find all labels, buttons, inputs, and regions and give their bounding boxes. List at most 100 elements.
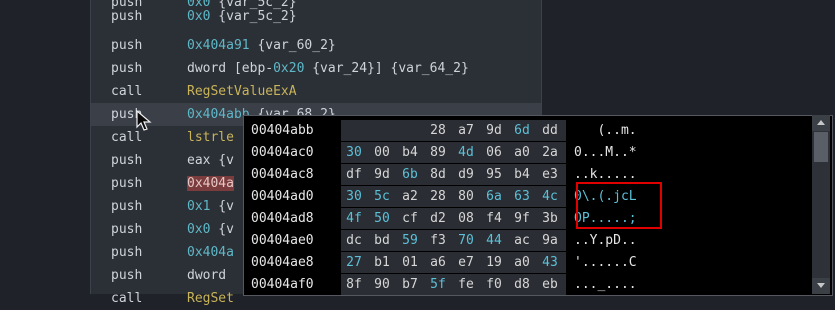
hex-byte: 95 xyxy=(486,167,502,182)
hex-byte: 5c xyxy=(374,189,390,204)
hex-byte: eb xyxy=(542,277,558,292)
hex-byte: 89 xyxy=(430,145,446,160)
hex-byte: 9a xyxy=(542,233,558,248)
mnemonic: call xyxy=(111,84,143,99)
hex-byte: 19 xyxy=(486,255,502,270)
hex-address: 00404af0 xyxy=(251,277,314,292)
hex-ascii: (..m. xyxy=(574,123,637,138)
hex-ascii: '......C xyxy=(574,255,637,270)
hex-byte: f4 xyxy=(486,211,502,226)
hex-bytes: 28 a7 9d 6d dd xyxy=(341,120,566,141)
hex-byte: 6a xyxy=(486,189,502,204)
scroll-up-button[interactable] xyxy=(812,115,830,131)
scrollbar-thumb[interactable] xyxy=(814,132,828,162)
hex-row: 00404ae0 dc bd 59 f3 70 44 ac 9a ..Y.pD.. xyxy=(244,230,814,251)
hex-byte: a7 xyxy=(458,123,474,138)
hex-byte: 90 xyxy=(374,277,390,292)
hex-row: 00404abb 28 a7 9d 6d dd (..m. xyxy=(244,120,814,141)
operand: 0x0 {var_5c_2} xyxy=(187,9,297,24)
hex-byte: 70 xyxy=(458,233,474,248)
hex-byte: e3 xyxy=(542,167,558,182)
operand: eax {v xyxy=(187,153,234,168)
hex-byte: 6b xyxy=(402,167,418,182)
hex-byte: e7 xyxy=(458,255,474,270)
hex-byte: 9d xyxy=(374,167,390,182)
operand: 0x404a xyxy=(187,245,234,260)
hex-byte: f3 xyxy=(430,233,446,248)
hex-byte: 30 xyxy=(346,189,362,204)
left-gutter xyxy=(0,0,88,294)
hex-byte: 27 xyxy=(346,255,362,270)
hex-byte: ac xyxy=(514,233,530,248)
mnemonic: push xyxy=(111,61,143,76)
operand: 0x1 {v xyxy=(187,199,234,214)
hex-byte: 00 xyxy=(374,145,390,160)
hex-bytes: 30 00 b4 89 4d 06 a0 2a xyxy=(341,142,566,163)
hex-byte: 59 xyxy=(402,233,418,248)
hex-byte: 2a xyxy=(542,145,558,160)
hex-ascii: ..Y.pD.. xyxy=(574,233,637,248)
hex-byte: a0 xyxy=(514,145,530,160)
hex-row: 00404ad0 30 5c a2 28 80 6a 63 4c 0\.(.jcL xyxy=(244,186,814,207)
hex-byte: fe xyxy=(458,277,474,292)
hex-address: 00404ae8 xyxy=(251,255,314,270)
hex-byte: 01 xyxy=(402,255,418,270)
hex-byte: 44 xyxy=(486,233,502,248)
hex-row: 00404ac0 30 00 b4 89 4d 06 a0 2a 0...M..* xyxy=(244,142,814,163)
hex-byte: cf xyxy=(402,211,418,226)
hex-byte: d8 xyxy=(514,277,530,292)
hex-bytes: 27 b1 01 a6 e7 19 a0 43 xyxy=(341,252,566,273)
hex-row: 00404ae8 27 b1 01 a6 e7 19 a0 43 '......C xyxy=(244,252,814,273)
hex-address: 00404ae0 xyxy=(251,233,314,248)
hex-row: 00404ac8 df 9d 6b 8d d9 95 b4 e3 ..k..... xyxy=(244,164,814,185)
hex-byte: 28 xyxy=(430,123,446,138)
hex-byte: 6d xyxy=(514,123,530,138)
hex-byte: b1 xyxy=(374,255,390,270)
hex-byte: dc xyxy=(346,233,362,248)
hex-byte: a2 xyxy=(402,189,418,204)
disasm-line[interactable]: push 0x0 {var_5c_2} xyxy=(91,5,541,28)
mouse-cursor-icon xyxy=(136,110,152,131)
hex-byte: a0 xyxy=(514,255,530,270)
operand: 0x404a91 {var_60_2} xyxy=(187,38,336,53)
hex-address: 00404ac8 xyxy=(251,167,314,182)
hex-byte: 8d xyxy=(430,167,446,182)
hex-address: 00404ad0 xyxy=(251,189,314,204)
hex-byte: 4f xyxy=(346,211,362,226)
operand: 0x0 {v xyxy=(187,222,234,237)
hex-bytes: 8f 90 b7 5f fe f0 d8 eb xyxy=(341,274,566,295)
hex-byte: 8f xyxy=(346,277,362,292)
hex-address: 00404abb xyxy=(251,123,314,138)
hex-byte: df xyxy=(346,167,362,182)
hex-byte: 50 xyxy=(374,211,390,226)
operand: RegSetValueExA xyxy=(187,84,297,99)
mnemonic: push xyxy=(111,9,143,24)
scroll-down-button[interactable] xyxy=(812,278,830,294)
hex-address: 00404ac0 xyxy=(251,145,314,160)
hex-byte: bd xyxy=(374,233,390,248)
hex-byte: 3b xyxy=(542,211,558,226)
hex-ascii: 0...M..* xyxy=(574,145,637,160)
disasm-line[interactable]: push dword [ebp-0x20 {var_24}] {var_64_2… xyxy=(91,57,541,80)
mnemonic: push xyxy=(111,199,143,214)
operand: lstrle xyxy=(187,130,234,145)
operand: 0x404a xyxy=(187,176,234,191)
disasm-line[interactable]: call RegSetValueExA xyxy=(91,80,541,103)
hex-byte: b4 xyxy=(514,167,530,182)
mnemonic: push xyxy=(111,268,143,283)
chevron-down-icon xyxy=(817,283,825,288)
mnemonic: push xyxy=(111,222,143,237)
hex-preview-tooltip: 00404abb 28 a7 9d 6d dd (..m. 00404ac0 30 00 b4 89… xyxy=(243,115,833,296)
hex-byte: 9d xyxy=(486,123,502,138)
hex-byte: a6 xyxy=(430,255,446,270)
hex-bytes: df 9d 6b 8d d9 95 b4 e3 xyxy=(341,164,566,185)
hex-byte: d2 xyxy=(430,211,446,226)
disasm-line[interactable]: push 0x404a91 {var_60_2} xyxy=(91,34,541,57)
hex-ascii: ..._.... xyxy=(574,277,637,292)
hex-row: 00404af0 8f 90 b7 5f fe f0 d8 eb ..._.... xyxy=(244,274,814,295)
mnemonic: push xyxy=(111,245,143,260)
hex-byte: 28 xyxy=(430,189,446,204)
hex-address: 00404ad8 xyxy=(251,211,314,226)
mnemonic: push xyxy=(111,176,143,191)
chevron-up-icon xyxy=(817,120,825,125)
